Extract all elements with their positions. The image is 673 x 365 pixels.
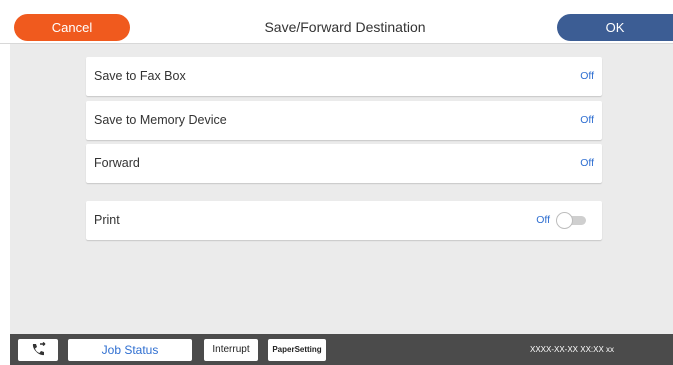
header-bar: Cancel Save/Forward Destination OK [0, 0, 673, 44]
fax-call-button[interactable] [18, 339, 58, 361]
setting-value: Off [580, 157, 594, 169]
footer-bar: Job Status Interrupt PaperSetting XXXX-X… [10, 334, 673, 365]
datetime-status: XXXX-XX-XX XX:XX xx [530, 345, 615, 354]
setting-value: Off [580, 114, 594, 126]
setting-label: Save to Memory Device [94, 113, 227, 127]
setting-label: Save to Fax Box [94, 69, 186, 83]
setting-row-print[interactable]: Print Off [86, 201, 602, 240]
setting-row-save-to-fax-box[interactable]: Save to Fax Box Off [86, 57, 602, 96]
paper-setting-button[interactable]: PaperSetting [268, 339, 326, 361]
ok-button[interactable]: OK [557, 14, 673, 41]
job-status-button[interactable]: Job Status [68, 339, 192, 361]
fax-call-icon [32, 342, 46, 356]
cancel-button[interactable]: Cancel [14, 14, 130, 41]
setting-row-save-to-memory-device[interactable]: Save to Memory Device Off [86, 101, 602, 140]
setting-value: Off [536, 214, 550, 226]
setting-label: Forward [94, 156, 140, 170]
setting-label: Print [94, 213, 120, 227]
setting-value: Off [580, 70, 594, 82]
toggle-knob [556, 212, 573, 229]
interrupt-button[interactable]: Interrupt [204, 339, 258, 361]
print-toggle[interactable] [556, 212, 588, 229]
page-title: Save/Forward Destination [264, 19, 426, 35]
setting-row-forward[interactable]: Forward Off [86, 144, 602, 183]
